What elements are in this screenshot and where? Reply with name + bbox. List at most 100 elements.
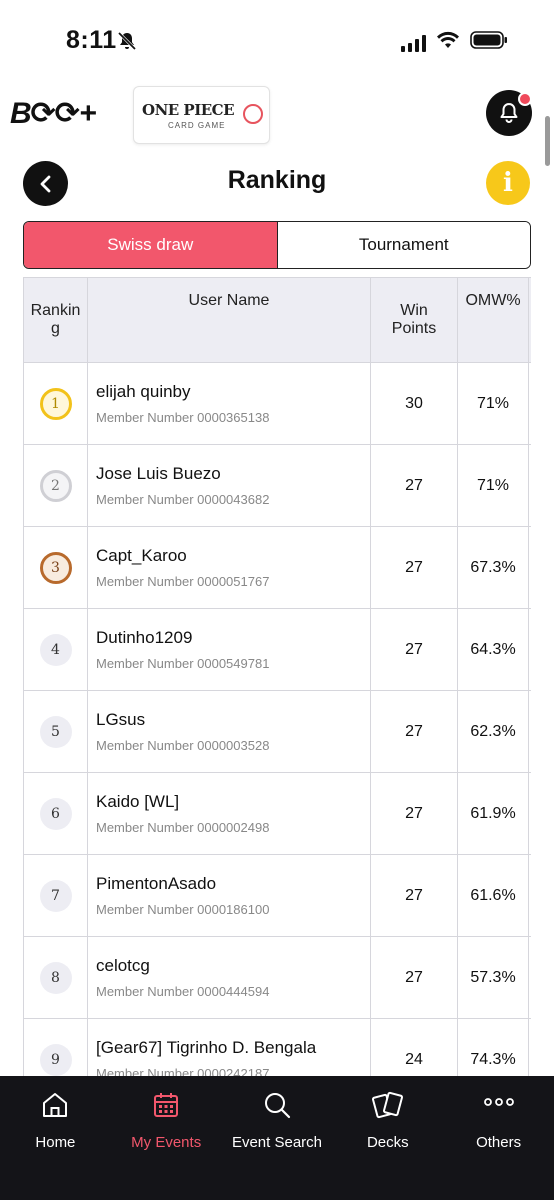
table-row[interactable]: 1 elijah quinby Member Number 0000365138 30… <box>23 362 531 445</box>
header-omw: OMW% <box>457 277 529 363</box>
user-name: Capt_Karoo <box>96 546 187 565</box>
win-points-cell: 30 <box>370 362 458 445</box>
win-points-cell: 24 <box>370 1018 458 1077</box>
rank-badge: 2 <box>39 469 72 502</box>
oo-cell: 59 <box>528 854 531 937</box>
win-points-cell: 27 <box>370 608 458 691</box>
omw-cell: 62.3% <box>457 690 529 773</box>
win-points-cell: 27 <box>370 772 458 855</box>
win-points-cell: 27 <box>370 854 458 937</box>
one-piece-card-game-logo[interactable]: ONE PIECE CARD GAME <box>133 86 270 144</box>
member-number: Member Number 0000186100 <box>96 902 270 917</box>
nav-my-events[interactable]: My Events <box>111 1076 222 1200</box>
user-cell: PimentonAsado Member Number 0000186100 <box>87 854 371 937</box>
omw-cell: 67.3% <box>457 526 529 609</box>
table-row[interactable]: 7 PimentonAsado Member Number 0000186100 27… <box>23 854 531 937</box>
omw-cell: 61.6% <box>457 854 529 937</box>
user-cell: LGsus Member Number 0000003528 <box>87 690 371 773</box>
header-user-name: User Name <box>87 277 371 363</box>
rank-badge: 1 <box>39 387 72 420</box>
bandai-tcg-plus-logo[interactable]: B⟳⟳+ <box>10 96 96 131</box>
nav-event-search-label: Event Search <box>231 1134 323 1151</box>
user-name: Dutinho1209 <box>96 628 193 647</box>
user-name: LGsus <box>96 710 146 729</box>
cards-icon <box>371 1088 405 1122</box>
win-points-cell: 27 <box>370 690 458 773</box>
rank-badge: 7 <box>39 879 72 912</box>
user-name: elijah quinby <box>96 382 191 401</box>
rank-badge: 3 <box>39 551 72 584</box>
oo-cell: 61 <box>528 772 531 855</box>
home-icon <box>38 1088 72 1122</box>
win-points-cell: 27 <box>370 526 458 609</box>
oo-cell: 61 <box>528 608 531 691</box>
battery-icon <box>470 30 508 55</box>
member-number: Member Number 0000043682 <box>96 492 270 507</box>
win-points-cell: 27 <box>370 444 458 527</box>
user-name: [Gear67] Tigrinho D. Bengala <box>96 1038 317 1057</box>
rank-cell: 1 <box>23 362 88 445</box>
tab-swiss-draw[interactable]: Swiss draw <box>24 222 278 268</box>
rank-badge: 8 <box>39 961 72 994</box>
user-cell: elijah quinby Member Number 0000365138 <box>87 362 371 445</box>
rank-cell: 5 <box>23 690 88 773</box>
rank-cell: 7 <box>23 854 88 937</box>
user-name: PimentonAsado <box>96 874 217 893</box>
user-name: celotcg <box>96 956 150 975</box>
table-row[interactable]: 9 [Gear67] Tigrinho D. Bengala Member Numb… <box>23 1018 531 1077</box>
oo-cell: 65 <box>528 362 531 445</box>
info-button[interactable]: i <box>486 161 530 205</box>
bell-icon <box>500 103 518 123</box>
scrollbar[interactable] <box>545 116 550 166</box>
nav-others-label: Others <box>476 1134 522 1151</box>
nav-decks[interactable]: Decks <box>332 1076 443 1200</box>
member-number: Member Number 0000365138 <box>96 410 270 425</box>
page-title: Ranking <box>227 166 327 194</box>
nav-my-events-label: My Events <box>131 1134 202 1151</box>
rank-cell: 8 <box>23 936 88 1019</box>
omw-cell: 71% <box>457 444 529 527</box>
nav-home-label: Home <box>35 1134 76 1151</box>
info-icon: i <box>503 168 513 198</box>
member-number: Member Number 0000003528 <box>96 738 270 753</box>
omw-cell: 71% <box>457 362 529 445</box>
status-bar: 8:11 <box>0 0 554 80</box>
header-oo: OO <box>528 277 531 363</box>
member-number: Member Number 0000549781 <box>96 656 270 671</box>
table-row[interactable]: 6 Kaido [WL] Member Number 0000002498 27 61.… <box>23 772 531 855</box>
user-cell: Kaido [WL] Member Number 0000002498 <box>87 772 371 855</box>
omw-cell: 74.3% <box>457 1018 529 1077</box>
table-row[interactable]: 4 Dutinho1209 Member Number 0000549781 27 64… <box>23 608 531 691</box>
game-logo-title: ONE PIECE <box>142 101 235 119</box>
rank-cell: 6 <box>23 772 88 855</box>
user-cell: celotcg Member Number 0000444594 <box>87 936 371 1019</box>
app-header: B⟳⟳+ ONE PIECE CARD GAME <box>0 84 554 146</box>
cellular-signal-icon <box>401 34 426 52</box>
rank-cell: 3 <box>23 526 88 609</box>
nav-others[interactable]: Others <box>443 1076 554 1200</box>
ranking-table[interactable]: Ranking User Name Win Points OMW% OO 1 el… <box>23 277 531 1077</box>
member-number: Member Number 0000444594 <box>96 984 270 999</box>
tab-tournament[interactable]: Tournament <box>277 222 530 268</box>
user-cell: Jose Luis Buezo Member Number 0000043682 <box>87 444 371 527</box>
table-header-row: Ranking User Name Win Points OMW% OO <box>23 277 531 363</box>
status-time: 8:11 <box>66 26 117 54</box>
nav-event-search[interactable]: Event Search <box>222 1076 333 1200</box>
oo-cell: 59 <box>528 936 531 1019</box>
user-name: Jose Luis Buezo <box>96 464 221 483</box>
oo-cell: 6 <box>528 1018 531 1077</box>
header-win-points: Win Points <box>370 277 458 363</box>
table-row[interactable]: 5 LGsus Member Number 0000003528 2762.3%60 <box>23 690 531 773</box>
notifications-button[interactable] <box>486 90 532 136</box>
rank-cell: 2 <box>23 444 88 527</box>
table-row[interactable]: 2 Jose Luis Buezo Member Number 0000043682… <box>23 444 531 527</box>
user-cell: [Gear67] Tigrinho D. Bengala Member Numbe… <box>87 1018 371 1077</box>
notification-dot <box>518 92 532 106</box>
omw-cell: 61.9% <box>457 772 529 855</box>
nav-home[interactable]: Home <box>0 1076 111 1200</box>
table-row[interactable]: 3 Capt_Karoo Member Number 0000051767 27 67.… <box>23 526 531 609</box>
bottom-navigation: Home My Events Event Search Decks Others <box>0 1076 554 1200</box>
game-logo-subtitle: CARD GAME <box>168 121 226 130</box>
member-number: Member Number 0000051767 <box>96 574 270 589</box>
table-row[interactable]: 8 celotcg Member Number 0000444594 2757.3%5… <box>23 936 531 1019</box>
